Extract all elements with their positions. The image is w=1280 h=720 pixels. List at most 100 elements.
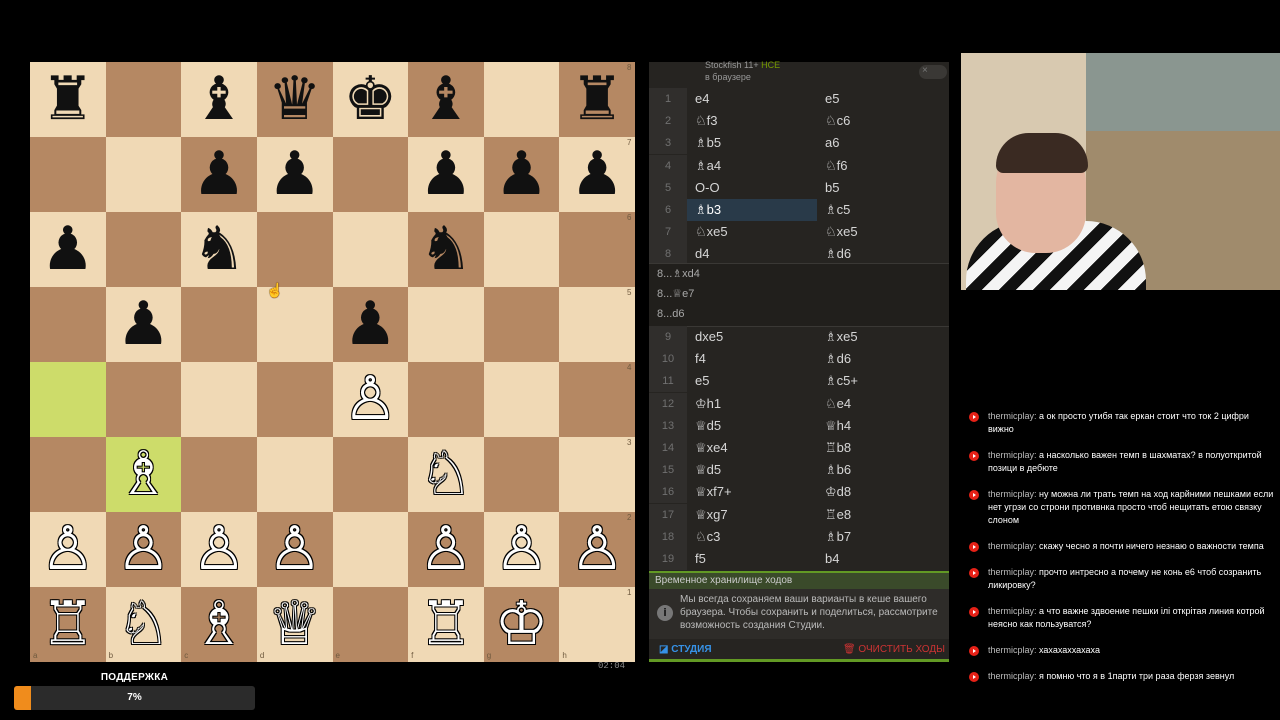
piece-f1[interactable]: ♖: [408, 587, 484, 662]
black-move[interactable]: e5: [817, 88, 947, 110]
square-e7[interactable]: [332, 137, 409, 212]
square-e6[interactable]: [332, 212, 409, 287]
white-move[interactable]: ♘c3: [687, 526, 817, 548]
white-move[interactable]: ♕xf7+: [687, 481, 817, 503]
piece-f7[interactable]: ♟: [408, 137, 484, 212]
white-move[interactable]: ♗b3: [687, 198, 817, 221]
white-move[interactable]: ♔h1: [687, 393, 817, 415]
black-move[interactable]: ♕h4: [817, 415, 947, 437]
square-h5[interactable]: [559, 287, 636, 362]
square-h1[interactable]: [559, 587, 636, 662]
studio-button[interactable]: ◪ СТУДИЯ: [659, 644, 712, 655]
piece-h8[interactable]: ♜: [559, 62, 635, 137]
square-e2[interactable]: [332, 512, 409, 587]
piece-e4[interactable]: ♙: [333, 362, 409, 437]
black-move[interactable]: ♗d6: [817, 243, 947, 265]
variation-line[interactable]: 8...♕e7: [649, 284, 949, 304]
piece-e8[interactable]: ♚: [333, 62, 409, 137]
square-g3[interactable]: [483, 437, 560, 512]
black-move[interactable]: b5: [817, 177, 947, 199]
piece-h2[interactable]: ♙: [559, 512, 635, 587]
piece-g2[interactable]: ♙: [484, 512, 560, 587]
piece-g1[interactable]: ♔: [484, 587, 560, 662]
piece-g7[interactable]: ♟: [484, 137, 560, 212]
white-move[interactable]: d4: [687, 243, 817, 265]
square-h4[interactable]: [559, 362, 636, 437]
piece-b1[interactable]: ♘: [106, 587, 182, 662]
white-move[interactable]: ♕d5: [687, 459, 817, 481]
square-d6[interactable]: [256, 212, 333, 287]
square-f4[interactable]: [408, 362, 485, 437]
square-h6[interactable]: [559, 212, 636, 287]
piece-d1[interactable]: ♕: [257, 587, 333, 662]
piece-c1[interactable]: ♗: [181, 587, 257, 662]
piece-a8[interactable]: ♜: [30, 62, 106, 137]
black-move[interactable]: ♘e4: [817, 393, 947, 415]
piece-c8[interactable]: ♝: [181, 62, 257, 137]
square-h3[interactable]: [559, 437, 636, 512]
chess-board[interactable]: ♜ ♝ ♛ ♚ ♝ ♜ ♟ ♟ ♟ ♟ ♟ ♟ ♞ ♞ ♟ ♟ ♙ ♗ ♘ ♙ ♙ ♙ ♙ ♙ ♙ ♙ ♖ ♘ ♗ ♕ ♖ ♔ 8 7 6 5 4 3 2 1…: [30, 62, 636, 662]
square-a7[interactable]: [30, 137, 106, 212]
piece-d8[interactable]: ♛: [257, 62, 333, 137]
piece-d2[interactable]: ♙: [257, 512, 333, 587]
white-move[interactable]: O-O: [687, 177, 817, 199]
black-move[interactable]: ♗b7: [817, 526, 947, 548]
square-e3[interactable]: [332, 437, 409, 512]
square-f5[interactable]: [408, 287, 485, 362]
square-a5[interactable]: [30, 287, 106, 362]
square-d4[interactable]: [256, 362, 333, 437]
piece-d7[interactable]: ♟: [257, 137, 333, 212]
piece-a1[interactable]: ♖: [30, 587, 106, 662]
piece-e5[interactable]: ♟: [333, 287, 409, 362]
square-g6[interactable]: [483, 212, 560, 287]
black-move[interactable]: b4: [817, 548, 947, 570]
piece-c7[interactable]: ♟: [181, 137, 257, 212]
piece-f8[interactable]: ♝: [408, 62, 484, 137]
black-move[interactable]: ♗b6: [817, 459, 947, 481]
square-g5[interactable]: [483, 287, 560, 362]
white-move[interactable]: ♕xg7: [687, 504, 817, 526]
black-move[interactable]: ♗c5+: [817, 370, 947, 392]
piece-a6[interactable]: ♟: [30, 212, 106, 287]
piece-c6[interactable]: ♞: [181, 212, 257, 287]
square-c4[interactable]: [181, 362, 258, 437]
variation-line[interactable]: 8...d6: [649, 304, 949, 324]
white-move[interactable]: e5: [687, 370, 817, 392]
piece-f2[interactable]: ♙: [408, 512, 484, 587]
clear-moves-button[interactable]: 🗑 ОЧИСТИТЬ ХОДЫ: [843, 644, 945, 655]
variation-line[interactable]: 8...♗xd4: [649, 264, 949, 284]
white-move[interactable]: f4: [687, 348, 817, 370]
piece-b5[interactable]: ♟: [106, 287, 182, 362]
white-move[interactable]: dxe5: [687, 326, 817, 348]
square-d3[interactable]: [256, 437, 333, 512]
piece-h7[interactable]: ♟: [559, 137, 635, 212]
white-move[interactable]: ♘f3: [687, 110, 817, 132]
black-move[interactable]: ♖e8: [817, 504, 947, 526]
white-move[interactable]: e4: [687, 88, 817, 110]
piece-f6[interactable]: ♞: [408, 212, 484, 287]
square-c3[interactable]: [181, 437, 258, 512]
piece-c2[interactable]: ♙: [181, 512, 257, 587]
black-move[interactable]: ♗d6: [817, 348, 947, 370]
black-move[interactable]: ♘f6: [817, 155, 947, 177]
white-move[interactable]: f5: [687, 548, 817, 570]
square-b8[interactable]: [105, 62, 182, 137]
black-move[interactable]: ♖b8: [817, 437, 947, 459]
black-move[interactable]: ♔d8: [817, 481, 947, 503]
square-e1[interactable]: [332, 587, 409, 662]
piece-b2[interactable]: ♙: [106, 512, 182, 587]
piece-a2[interactable]: ♙: [30, 512, 106, 587]
square-c5[interactable]: [181, 287, 258, 362]
square-a3[interactable]: [30, 437, 106, 512]
white-move[interactable]: ♗a4: [687, 155, 817, 177]
white-move[interactable]: ♕d5: [687, 415, 817, 437]
black-move[interactable]: a6: [817, 132, 947, 154]
square-g8[interactable]: [483, 62, 560, 137]
white-move[interactable]: ♕xe4: [687, 437, 817, 459]
black-move[interactable]: ♘c6: [817, 110, 947, 132]
white-move[interactable]: ♘xe5: [687, 221, 817, 243]
square-b6[interactable]: [105, 212, 182, 287]
black-move[interactable]: ♗c5: [817, 199, 947, 221]
piece-b3[interactable]: ♗: [106, 437, 182, 512]
piece-f3[interactable]: ♘: [408, 437, 484, 512]
